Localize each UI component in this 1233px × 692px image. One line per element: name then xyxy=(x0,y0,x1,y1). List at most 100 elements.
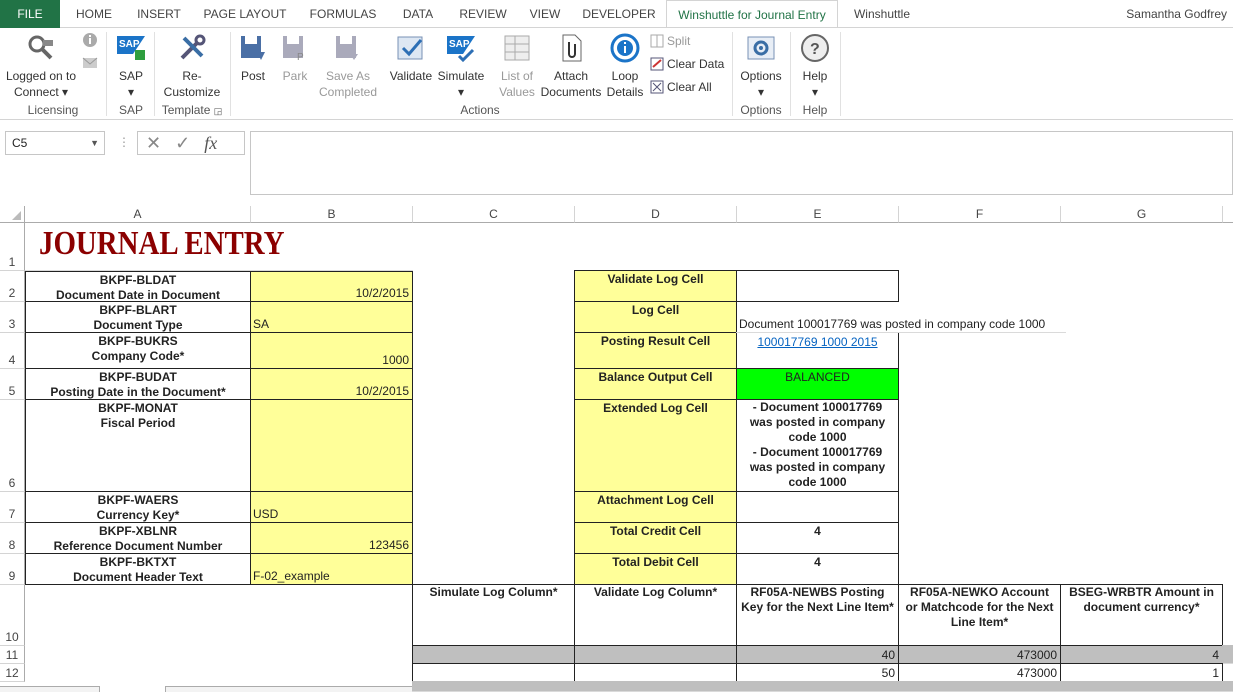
clear-all-button[interactable]: Clear All xyxy=(650,80,712,94)
cell-h11[interactable] xyxy=(1222,645,1233,664)
cell-a1-title[interactable]: JOURNAL ENTRY xyxy=(25,223,413,271)
cancel-icon[interactable]: ✕ xyxy=(146,133,161,154)
enter-checkmark-icon[interactable]: ✓ xyxy=(175,133,190,154)
cell-a6[interactable]: BKPF-MONAT Fiscal Period xyxy=(25,399,251,492)
tab-winshuttle[interactable]: Winshuttle xyxy=(842,0,922,28)
cell-d3-log-cell[interactable]: Log Cell xyxy=(574,301,737,333)
cell-d5-balance-output[interactable]: Balance Output Cell xyxy=(574,368,737,400)
validate-button[interactable]: Validate xyxy=(388,32,434,84)
cell-a8[interactable]: BKPF-XBLNR Reference Document Number xyxy=(25,522,251,554)
cell-b5[interactable]: 10/2/2015 xyxy=(250,368,413,400)
help-button[interactable]: ? Help ▾ xyxy=(794,32,836,100)
cell-b6[interactable] xyxy=(250,399,413,492)
column-header-e[interactable]: E xyxy=(737,206,899,223)
row-header-2[interactable]: 2 xyxy=(0,271,25,302)
cell-c11[interactable] xyxy=(412,645,575,664)
column-header-a[interactable]: A xyxy=(25,206,251,223)
save-as-completed-button[interactable]: Save As Completed xyxy=(316,32,380,100)
tab-insert[interactable]: INSERT xyxy=(126,0,192,28)
cell-b7[interactable]: USD xyxy=(250,491,413,523)
post-button[interactable]: Post xyxy=(236,32,270,84)
cell-b4[interactable]: 1000 xyxy=(250,332,413,369)
column-header-g[interactable]: G xyxy=(1061,206,1223,223)
column-header-f[interactable]: F xyxy=(899,206,1061,223)
column-header-d[interactable]: D xyxy=(575,206,737,223)
park-button[interactable]: P Park xyxy=(278,32,312,84)
formula-input[interactable] xyxy=(250,131,1233,195)
attach-documents-button[interactable]: Attach Documents xyxy=(540,32,602,100)
tab-home[interactable]: HOME xyxy=(66,0,122,28)
cell-d12[interactable] xyxy=(574,663,737,682)
cell-e2[interactable] xyxy=(736,270,899,302)
cell-e5-balanced[interactable]: BALANCED xyxy=(736,368,899,400)
cell-d11[interactable] xyxy=(574,645,737,664)
cell-d4-posting-result[interactable]: Posting Result Cell xyxy=(574,332,737,369)
cell-e12[interactable]: 50 xyxy=(736,663,899,682)
cell-d9-total-debit[interactable]: Total Debit Cell xyxy=(574,553,737,585)
header-newko-account[interactable]: RF05A-NEWKO Account or Matchcode for the… xyxy=(898,584,1061,646)
insert-function-icon[interactable]: fx xyxy=(204,133,217,154)
row-header-1[interactable]: 1 xyxy=(0,223,25,271)
cell-b2[interactable]: 10/2/2015 xyxy=(250,271,413,302)
row-header-5[interactable]: 5 xyxy=(0,369,25,400)
cell-e6-extended-text[interactable]: - Document 100017769 was posted in compa… xyxy=(736,399,899,492)
cell-e9-total-debit-value[interactable]: 4 xyxy=(736,553,899,585)
row-header-6[interactable]: 6 xyxy=(0,400,25,492)
clear-data-button[interactable]: Clear Data xyxy=(650,57,724,71)
cell-b8[interactable]: 123456 xyxy=(250,522,413,554)
cell-g12[interactable]: 1 xyxy=(1060,663,1223,682)
column-header-b[interactable]: B xyxy=(251,206,413,223)
row-header-12[interactable]: 12 xyxy=(0,664,25,682)
tab-review[interactable]: REVIEW xyxy=(450,0,516,28)
cell-a5[interactable]: BKPF-BUDAT Posting Date in the Document* xyxy=(25,368,251,400)
column-header-h[interactable] xyxy=(1223,206,1233,223)
row-header-11[interactable]: 11 xyxy=(0,646,25,664)
user-name[interactable]: Samantha Godfrey xyxy=(1126,0,1227,28)
cell-d6-extended-log[interactable]: Extended Log Cell xyxy=(574,399,737,492)
cell-g11[interactable]: 4 xyxy=(1060,645,1223,664)
sheet-tab-strip[interactable] xyxy=(0,686,100,692)
sap-button[interactable]: SAP SAP ▾ xyxy=(110,32,152,100)
cell-e4-posting-link[interactable]: 100017769 1000 2015 xyxy=(736,332,899,369)
cell-h12[interactable] xyxy=(1222,663,1233,682)
cell-e11[interactable]: 40 xyxy=(736,645,899,664)
cell-d7-attachment-log[interactable]: Attachment Log Cell xyxy=(574,491,737,523)
tab-view[interactable]: VIEW xyxy=(522,0,568,28)
tab-file[interactable]: FILE xyxy=(0,0,60,28)
cell-a9[interactable]: BKPF-BKTXT Document Header Text xyxy=(25,553,251,585)
cell-a3[interactable]: BKPF-BLART Document Type xyxy=(25,301,251,333)
name-box-dropdown-icon[interactable]: ▼ xyxy=(90,132,99,154)
cell-e7[interactable] xyxy=(736,491,899,523)
cell-c12[interactable] xyxy=(412,663,575,682)
simulate-button[interactable]: SAP Simulate ▾ xyxy=(436,32,486,100)
cell-a4[interactable]: BKPF-BUKRS Company Code* xyxy=(25,332,251,369)
cell-b3[interactable]: SA xyxy=(250,301,413,333)
column-header-c[interactable]: C xyxy=(413,206,575,223)
row-header-10[interactable]: 10 xyxy=(0,585,25,646)
horizontal-scrollbar[interactable] xyxy=(165,686,412,692)
header-simulate-log-column[interactable]: Simulate Log Column* xyxy=(412,584,575,646)
cell-f11[interactable]: 473000 xyxy=(898,645,1061,664)
tab-formulas[interactable]: FORMULAS xyxy=(300,0,386,28)
header-newbs-posting-key[interactable]: RF05A-NEWBS Posting Key for the Next Lin… xyxy=(736,584,899,646)
cell-b9[interactable]: F-02_example xyxy=(250,553,413,585)
cell-a2[interactable]: BKPF-BLDAT Document Date in Document xyxy=(25,271,251,302)
row-header-3[interactable]: 3 xyxy=(0,302,25,333)
info-icon-button[interactable] xyxy=(82,32,98,48)
tab-winshuttle-journal-entry[interactable]: Winshuttle for Journal Entry xyxy=(666,0,838,29)
cell-d2-validate-log[interactable]: Validate Log Cell xyxy=(574,270,737,302)
list-of-values-button[interactable]: List of Values xyxy=(494,32,540,100)
split-button[interactable]: Split xyxy=(650,34,690,48)
select-all-corner[interactable] xyxy=(0,206,25,223)
row-header-7[interactable]: 7 xyxy=(0,492,25,523)
cell-a7[interactable]: BKPF-WAERS Currency Key* xyxy=(25,491,251,523)
options-button[interactable]: Options ▾ xyxy=(736,32,786,100)
header-wrbtr-amount[interactable]: BSEG-WRBTR Amount in document currency* xyxy=(1060,584,1223,646)
cell-e3-log-text[interactable]: Document 100017769 was posted in company… xyxy=(736,301,1066,333)
loop-details-button[interactable]: Loop Details xyxy=(604,32,646,100)
tab-data[interactable]: DATA xyxy=(392,0,444,28)
row-header-8[interactable]: 8 xyxy=(0,523,25,554)
cell-h10[interactable] xyxy=(1222,584,1233,646)
cell-f12[interactable]: 473000 xyxy=(898,663,1061,682)
header-validate-log-column[interactable]: Validate Log Column* xyxy=(574,584,737,646)
